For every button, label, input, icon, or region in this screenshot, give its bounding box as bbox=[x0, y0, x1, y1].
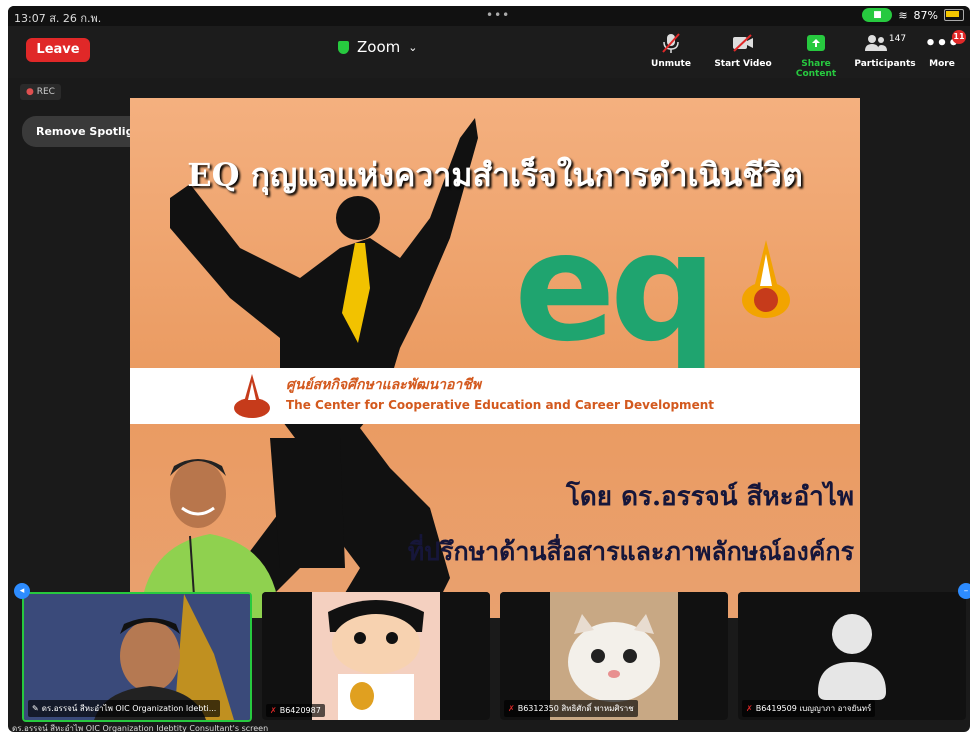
rec-label: REC bbox=[36, 87, 55, 97]
unmute-label: Unmute bbox=[651, 59, 691, 69]
share-content-label: Share Content bbox=[795, 59, 837, 79]
participant-tile[interactable]: ✗ B6419509 เบญญาภา อาจยันทร์ bbox=[738, 592, 966, 720]
more-button[interactable]: ••• 11 More bbox=[912, 30, 970, 69]
muted-mic-icon: ✗ bbox=[746, 704, 753, 713]
notification-badge: 11 bbox=[952, 30, 966, 44]
leave-button[interactable]: Leave bbox=[26, 38, 90, 62]
participant-gallery-strip: ✎ ดร.อรรจน์ สีหะอำไพ OIC Organization Ide… bbox=[8, 586, 970, 732]
recording-indicator: ● REC bbox=[20, 84, 61, 100]
ios-status-bar: 13:07 ส. 26 ก.พ. ••• ■ ≋ 87% bbox=[8, 6, 970, 26]
participant-name: ✗ B6419509 เบญญาภา อาจยันทร์ bbox=[742, 700, 876, 717]
participant-avatar-cartoon bbox=[262, 592, 490, 720]
participant-name: ✎ ดร.อรรจน์ สีหะอำไพ OIC Organization Ide… bbox=[28, 700, 221, 717]
battery-icon bbox=[944, 9, 964, 21]
participant-tile[interactable]: ✗ B6312350 สิทธิศักดิ์ พาหมศิราช bbox=[500, 592, 728, 720]
record-dot-icon: ● bbox=[26, 87, 34, 97]
eq-logo: eq bbox=[514, 201, 717, 375]
center-banner: ศูนย์สหกิจศึกษาและพัฒนาอาชีพ The Center … bbox=[130, 368, 860, 424]
banner-english-text: The Center for Cooperative Education and… bbox=[286, 398, 714, 412]
start-video-button[interactable]: Start Video bbox=[708, 32, 778, 69]
more-label: More bbox=[929, 59, 955, 69]
university-emblem-icon bbox=[738, 238, 794, 332]
unmuted-mic-icon: ✎ bbox=[32, 704, 39, 713]
presenter-role: ที่ปรึกษาด้านสื่อสารและภาพลักษณ์องค์กร bbox=[407, 537, 854, 566]
app-title: Zoom bbox=[357, 38, 401, 56]
video-off-icon bbox=[708, 32, 778, 54]
gallery-next-icon[interactable]: – bbox=[958, 583, 970, 599]
battery-percent: 87% bbox=[913, 8, 938, 22]
presenter-name: โดย ดร.อรรจน์ สีหะอำไพ bbox=[565, 482, 854, 512]
unmute-button[interactable]: Unmute bbox=[636, 32, 706, 69]
participants-icon: 147 bbox=[850, 32, 920, 54]
meeting-toolbar: Leave Zoom ⌄ Unmute Start Video Share Co… bbox=[8, 26, 970, 79]
muted-mic-icon bbox=[636, 32, 706, 54]
start-video-label: Start Video bbox=[714, 59, 772, 69]
share-content-button[interactable]: Share Content bbox=[781, 32, 851, 79]
muted-mic-icon: ✗ bbox=[508, 704, 515, 713]
participant-name: ✗ B6312350 สิทธิศักดิ์ พาหมศิราช bbox=[504, 700, 638, 717]
banner-emblem-icon bbox=[230, 372, 274, 424]
participant-name: ✗ B6420987 bbox=[266, 704, 325, 717]
slide-title: EQ กุญแจแห่งความสำเร็จในการดำเนินชีวิต bbox=[187, 156, 803, 194]
share-up-arrow-icon bbox=[781, 32, 851, 54]
participants-button[interactable]: 147 Participants bbox=[850, 32, 920, 69]
banner-thai-text: ศูนย์สหกิจศึกษาและพัฒนาอาชีพ bbox=[286, 377, 481, 393]
multitask-dots[interactable]: ••• bbox=[486, 8, 510, 22]
participant-tile[interactable]: ✎ ดร.อรรจน์ สีหะอำไพ OIC Organization Ide… bbox=[22, 592, 252, 722]
ellipsis-icon: ••• 11 bbox=[924, 30, 966, 54]
status-time: 13:07 ส. 26 ก.พ. bbox=[14, 12, 102, 25]
muted-mic-icon: ✗ bbox=[270, 706, 277, 715]
participant-tile[interactable]: ✗ B6420987 bbox=[262, 592, 490, 720]
meeting-info-dropdown[interactable]: Zoom ⌄ bbox=[338, 38, 417, 56]
screen-share-label: ดร.อรรจน์ สีหะอำไพ OIC Organization Ideb… bbox=[12, 724, 269, 732]
gallery-prev-icon[interactable]: ◂ bbox=[14, 583, 30, 599]
participants-count: 147 bbox=[888, 34, 907, 44]
camera-active-icon: ■ bbox=[862, 8, 893, 22]
participants-label: Participants bbox=[854, 59, 916, 69]
chevron-down-icon: ⌄ bbox=[408, 40, 418, 54]
shield-icon bbox=[338, 40, 349, 54]
wifi-icon: ≋ bbox=[898, 8, 908, 22]
zoom-window: 13:07 ส. 26 ก.พ. ••• ■ ≋ 87% Leave Zoom … bbox=[8, 6, 970, 732]
